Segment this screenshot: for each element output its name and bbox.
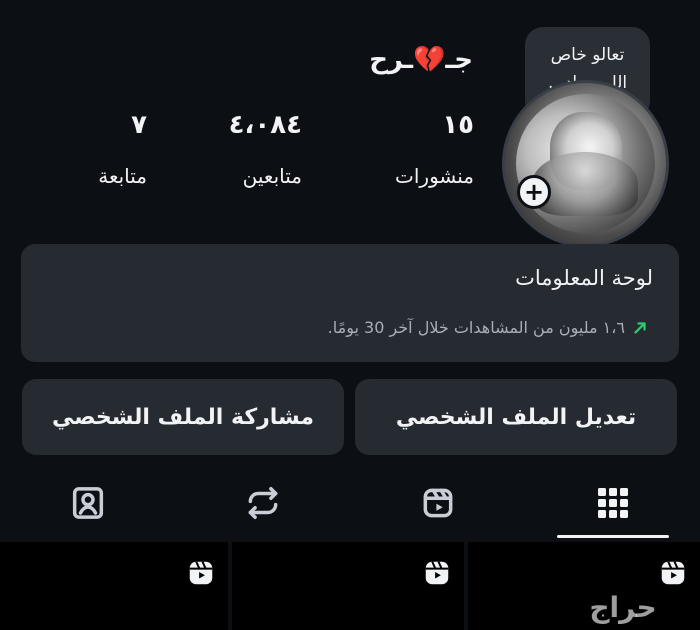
reels-icon — [186, 558, 216, 588]
profile-tabs — [0, 465, 700, 540]
reels-icon — [422, 558, 452, 588]
grid-item[interactable] — [232, 542, 464, 630]
following-label[interactable]: متابعة — [98, 164, 147, 188]
dashboard-title: لوحة المعلومات — [515, 266, 653, 290]
tab-grid[interactable] — [525, 465, 700, 540]
plus-icon: + — [523, 178, 545, 206]
profile-name-left: جـ — [445, 45, 473, 75]
reels-icon — [658, 558, 688, 588]
dashboard-subtitle: ١،٦ مليون من المشاهدات خلال آخر 30 يومًا… — [327, 318, 625, 337]
followers-label[interactable]: متابعين — [243, 164, 302, 188]
dashboard-subtitle-row: ١،٦ مليون من المشاهدات خلال آخر 30 يومًا… — [328, 318, 649, 337]
add-story-button[interactable]: + — [517, 175, 551, 209]
broken-heart-icon: 💔 — [413, 45, 446, 75]
avatar[interactable] — [516, 94, 655, 233]
tab-tagged[interactable] — [0, 465, 175, 540]
repost-icon — [244, 484, 282, 522]
share-profile-label: مشاركة الملف الشخصي — [51, 404, 315, 430]
tagged-icon — [68, 483, 108, 523]
profile-name-right: ـرح — [369, 45, 413, 75]
profile-avatar-container[interactable] — [502, 80, 669, 247]
watermark: حراج — [548, 589, 698, 625]
grid-icon — [596, 486, 630, 520]
tab-reels[interactable] — [350, 465, 525, 540]
posts-count[interactable]: ١٥ — [442, 110, 474, 140]
following-count[interactable]: ٧ — [131, 110, 147, 140]
dashboard-card[interactable]: لوحة المعلومات ١،٦ مليون من المشاهدات خل… — [21, 244, 679, 362]
grid-item[interactable] — [0, 542, 228, 630]
tab-reposts[interactable] — [175, 465, 350, 540]
edit-profile-label: تعديل الملف الشخصي — [395, 404, 637, 430]
edit-profile-button[interactable]: تعديل الملف الشخصي — [355, 379, 677, 455]
posts-label[interactable]: منشورات — [395, 164, 474, 188]
profile-name: جـ💔ـرح — [369, 45, 473, 75]
followers-count[interactable]: ٤،٠٨٤ — [229, 110, 302, 140]
watermark-text: حراج — [589, 590, 657, 624]
tab-selected-indicator — [557, 535, 669, 538]
reels-icon — [419, 484, 457, 522]
trend-up-icon — [631, 319, 649, 337]
share-profile-button[interactable]: مشاركة الملف الشخصي — [22, 379, 344, 455]
